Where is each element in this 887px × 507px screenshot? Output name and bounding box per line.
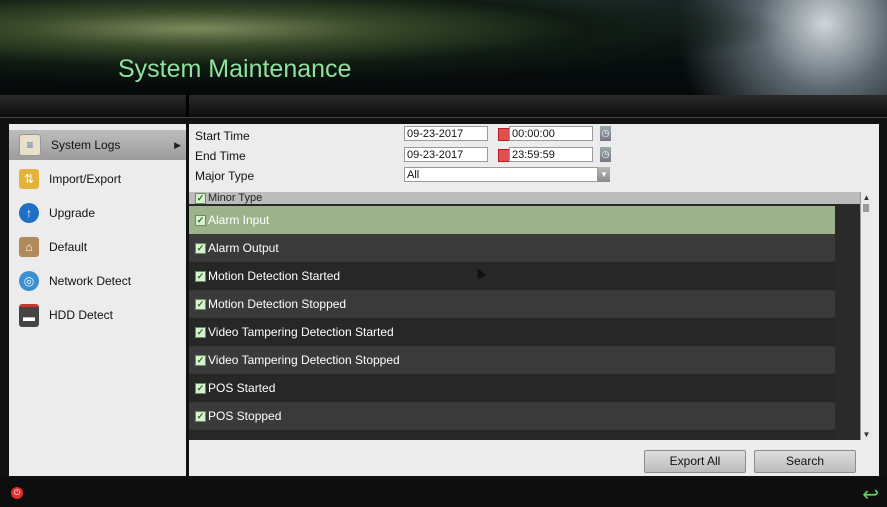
chevron-right-icon: ▶	[174, 139, 181, 150]
network-detect-icon: ◎	[19, 271, 39, 291]
minor-type-list[interactable]: ✓ Minor Type ✓ Alarm Input ✓ Alarm Output ✓…	[189, 192, 872, 440]
major-type-label: Major Type	[195, 169, 255, 183]
scrollbar-thumb[interactable]	[863, 204, 869, 212]
checkbox-icon[interactable]: ✓	[195, 298, 206, 310]
main-panel: Start Time 09-23-2017 00:00:00 ◷ End Tim…	[189, 124, 879, 476]
export-all-button[interactable]: Export All	[644, 450, 746, 473]
sidebar-item-label: Import/Export	[49, 172, 122, 186]
end-date-field[interactable]: 09-23-2017	[404, 147, 488, 162]
start-time-field[interactable]: 00:00:00	[509, 126, 593, 141]
list-item-partial[interactable]	[189, 430, 835, 440]
list-item[interactable]: ✓ Video Tampering Detection Stopped	[189, 346, 835, 374]
chevron-up-icon[interactable]: ▲	[861, 192, 872, 203]
list-item-label: Video Tampering Detection Stopped	[208, 353, 400, 367]
power-icon[interactable]: ⏻	[11, 487, 23, 499]
list-item[interactable]: ✓ POS Stopped	[189, 402, 835, 430]
end-time-field[interactable]: 23:59:59	[509, 147, 593, 162]
sidebar-item-label: Default	[49, 240, 88, 254]
sidebar-item-default[interactable]: ⌂ Default	[9, 232, 186, 262]
chevron-down-icon[interactable]: ▼	[598, 167, 610, 182]
list-item[interactable]: ✓ Motion Detection Stopped	[189, 290, 835, 318]
list-item-label: Alarm Output	[208, 241, 279, 255]
minor-type-header[interactable]: ✓ Minor Type	[189, 192, 861, 204]
list-item[interactable]: ✓ Video Tampering Detection Started	[189, 318, 835, 346]
sidebar-item-label: Network Detect	[49, 274, 132, 288]
bottom-bar: ⏻ ↩	[0, 478, 887, 506]
top-bar-divider	[186, 95, 189, 117]
page-title: System Maintenance	[118, 55, 352, 83]
major-type-select[interactable]: All	[404, 167, 598, 182]
chevron-down-icon[interactable]: ▼	[861, 429, 872, 440]
list-item[interactable]: ✓ POS Started	[189, 374, 835, 402]
checkbox-icon[interactable]: ✓	[195, 354, 206, 366]
list-item-label: POS Stopped	[208, 409, 282, 423]
default-icon: ⌂	[19, 237, 39, 257]
checkbox-icon[interactable]: ✓	[195, 193, 206, 204]
sidebar: ≡ System Logs ▶ ⇅ Import/Export ↑ Upgrad…	[9, 124, 186, 476]
sidebar-item-network-detect[interactable]: ◎ Network Detect	[9, 266, 186, 296]
top-bar	[0, 95, 887, 118]
sidebar-item-label: System Logs	[51, 138, 121, 152]
sidebar-item-upgrade[interactable]: ↑ Upgrade	[9, 198, 186, 228]
list-item-label: Motion Detection Started	[208, 269, 341, 283]
sidebar-item-hdd-detect[interactable]: ▬ HDD Detect	[9, 300, 186, 330]
end-time-label: End Time	[195, 149, 246, 163]
upgrade-icon: ↑	[19, 203, 39, 223]
list-item-label: Alarm Input	[208, 213, 270, 227]
checkbox-icon[interactable]: ✓	[195, 242, 206, 254]
list-item-label: Video Tampering Detection Started	[208, 325, 394, 339]
back-arrow-icon[interactable]: ↩	[862, 482, 879, 507]
checkbox-icon[interactable]: ✓	[195, 382, 206, 394]
header-banner: System Maintenance	[0, 0, 887, 95]
sidebar-item-label: Upgrade	[49, 206, 96, 220]
scrollbar[interactable]: ▲ ▼	[860, 192, 872, 440]
sidebar-item-import-export[interactable]: ⇅ Import/Export	[9, 164, 186, 194]
checkbox-icon[interactable]: ✓	[195, 326, 206, 338]
import-export-icon: ⇅	[19, 169, 39, 189]
system-logs-icon: ≡	[19, 134, 41, 156]
list-item[interactable]: ✓ Motion Detection Started	[189, 262, 835, 290]
start-time-label: Start Time	[195, 129, 250, 143]
list-item[interactable]: ✓ Alarm Input	[189, 206, 835, 234]
hdd-detect-icon: ▬	[19, 303, 39, 327]
list-item-label: POS Started	[208, 381, 276, 395]
checkbox-icon[interactable]: ✓	[195, 214, 206, 226]
sidebar-item-label: HDD Detect	[49, 308, 114, 322]
search-button[interactable]: Search	[754, 450, 856, 473]
checkbox-icon[interactable]: ✓	[195, 270, 206, 282]
list-item[interactable]: ✓ Alarm Output	[189, 234, 835, 262]
minor-type-header-label: Minor Type	[208, 192, 263, 204]
checkbox-icon[interactable]: ✓	[195, 410, 206, 422]
sidebar-item-system-logs[interactable]: ≡ System Logs ▶	[9, 130, 186, 160]
clock-icon[interactable]: ◷	[600, 147, 611, 162]
list-item-label: Motion Detection Stopped	[208, 297, 347, 311]
clock-icon[interactable]: ◷	[600, 126, 611, 141]
start-date-field[interactable]: 09-23-2017	[404, 126, 488, 141]
